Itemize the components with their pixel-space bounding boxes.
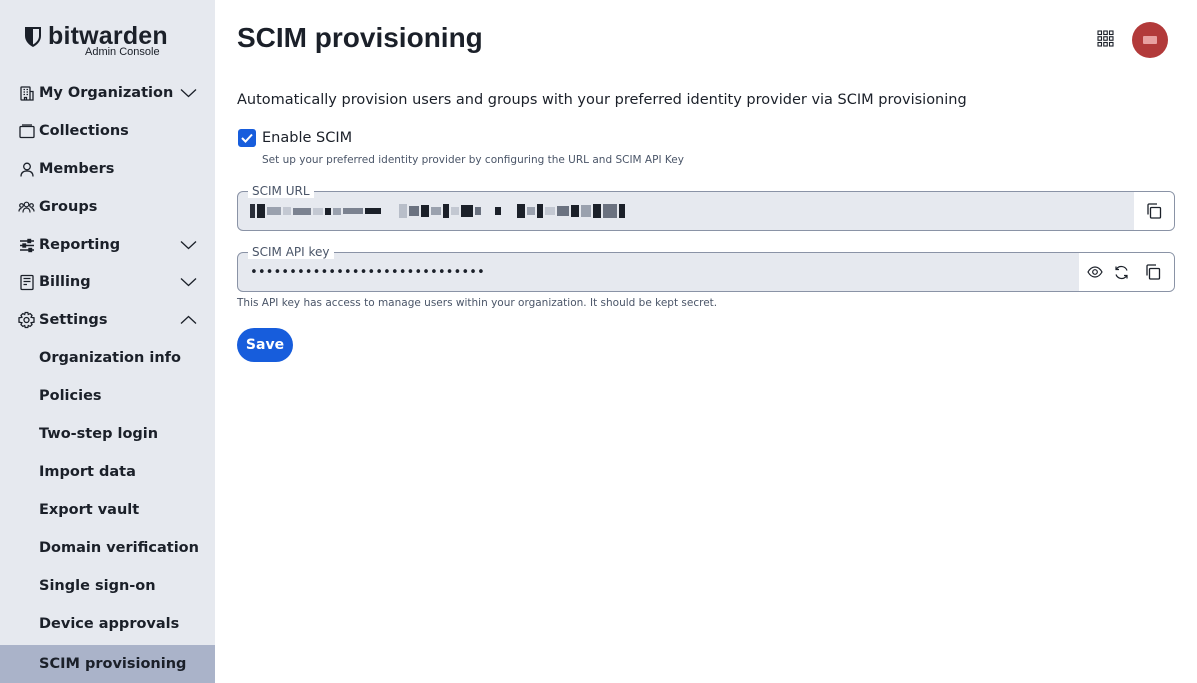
- scim-api-key-field[interactable]: SCIM API key: [237, 245, 1175, 292]
- sidebar-item-my-organization[interactable]: My Organization: [0, 74, 215, 112]
- scim-url-actions: [1134, 192, 1174, 230]
- brand-subtitle: Admin Console: [85, 46, 160, 58]
- sidebar-item-organization-info[interactable]: Organization info: [0, 339, 215, 377]
- enable-scim-label[interactable]: Enable SCIM: [262, 129, 352, 147]
- sidebar-item-members[interactable]: Members: [0, 150, 215, 188]
- scim-url-field[interactable]: SCIM URL: [237, 184, 1175, 231]
- page-description: Automatically provision users and groups…: [237, 92, 967, 108]
- user-icon: [18, 161, 35, 178]
- sidebar-subitem-label: Organization info: [39, 350, 181, 366]
- copy-scim-url-button[interactable]: [1134, 192, 1174, 230]
- sidebar-item-device-approvals[interactable]: Device approvals: [0, 605, 215, 643]
- sidebar-subitem-label: Import data: [39, 464, 136, 480]
- sidebar-subitem-label: Domain verification: [39, 540, 199, 556]
- sidebar-subitem-label: Export vault: [39, 502, 140, 518]
- sidebar-item-single-sign-on[interactable]: Single sign-on: [0, 567, 215, 605]
- sidebar-item-settings[interactable]: Settings: [0, 301, 215, 339]
- sidebar-item-label: Reporting: [39, 237, 121, 253]
- organization-icon: [18, 85, 35, 102]
- sidebar-subitem-label: Policies: [39, 388, 102, 404]
- scim-api-key-actions: [1079, 253, 1174, 291]
- sidebar-item-label: Groups: [39, 199, 98, 215]
- sidebar-item-scim-provisioning[interactable]: SCIM provisioning: [0, 645, 215, 683]
- gear-icon: [18, 311, 35, 329]
- eye-icon: [1086, 266, 1103, 278]
- chevron-down-icon[interactable]: [180, 88, 197, 98]
- sidebar-subitem-label: SCIM provisioning: [39, 656, 187, 672]
- grid-icon[interactable]: [1097, 30, 1114, 47]
- collections-icon: [18, 123, 35, 140]
- chevron-down-icon[interactable]: [180, 277, 197, 287]
- sidebar-item-label: Settings: [39, 312, 108, 328]
- enable-scim-hint: Set up your preferred identity provider …: [262, 154, 684, 166]
- sidebar-item-label: Members: [39, 161, 115, 177]
- copy-icon: [1146, 264, 1161, 280]
- groups-icon: [18, 199, 35, 216]
- sidebar-item-label: Billing: [39, 274, 91, 290]
- billing-icon: [18, 274, 35, 291]
- check-icon: [241, 133, 253, 143]
- rotate-key-button[interactable]: [1108, 253, 1135, 291]
- sidebar-item-domain-verification[interactable]: Domain verification: [0, 529, 215, 567]
- sidebar-item-import-data[interactable]: Import data: [0, 453, 215, 491]
- chevron-up-icon[interactable]: [180, 315, 197, 325]
- sidebar-item-label: My Organization: [39, 85, 174, 101]
- copy-icon: [1147, 203, 1162, 219]
- chevron-down-icon[interactable]: [180, 240, 197, 250]
- sidebar: bitwarden Admin Console My Organization …: [0, 0, 215, 683]
- refresh-icon: [1115, 265, 1128, 279]
- sidebar-item-label: Collections: [39, 123, 129, 139]
- enable-scim-checkbox[interactable]: [238, 129, 256, 147]
- sidebar-subitem-label: Device approvals: [39, 616, 180, 632]
- shield-logo-icon: [25, 27, 41, 47]
- sidebar-subitem-label: Two-step login: [39, 426, 159, 442]
- save-button[interactable]: Save: [237, 328, 293, 362]
- sidebar-item-export-vault[interactable]: Export vault: [0, 491, 215, 529]
- scim-api-key-input[interactable]: [238, 253, 1076, 291]
- copy-api-key-button[interactable]: [1135, 253, 1171, 291]
- sidebar-item-reporting[interactable]: Reporting: [0, 226, 215, 264]
- bitwarden-logo[interactable]: bitwarden Admin Console: [24, 22, 174, 60]
- sidebar-item-collections[interactable]: Collections: [0, 112, 215, 150]
- scim-url-label: SCIM URL: [248, 184, 314, 198]
- api-key-hint: This API key has access to manage users …: [237, 297, 718, 309]
- scim-url-value-redacted[interactable]: [250, 204, 625, 218]
- avatar[interactable]: [1132, 22, 1168, 58]
- sidebar-subitem-label: Single sign-on: [39, 578, 156, 594]
- sidebar-item-policies[interactable]: Policies: [0, 377, 215, 415]
- toggle-visibility-button[interactable]: [1081, 253, 1108, 291]
- sidebar-item-two-step-login[interactable]: Two-step login: [0, 415, 215, 453]
- sliders-icon: [18, 237, 35, 254]
- sidebar-item-groups[interactable]: Groups: [0, 188, 215, 226]
- sidebar-item-billing[interactable]: Billing: [0, 263, 215, 301]
- page-title: SCIM provisioning: [237, 22, 483, 53]
- avatar-initials-redacted: [1143, 36, 1157, 44]
